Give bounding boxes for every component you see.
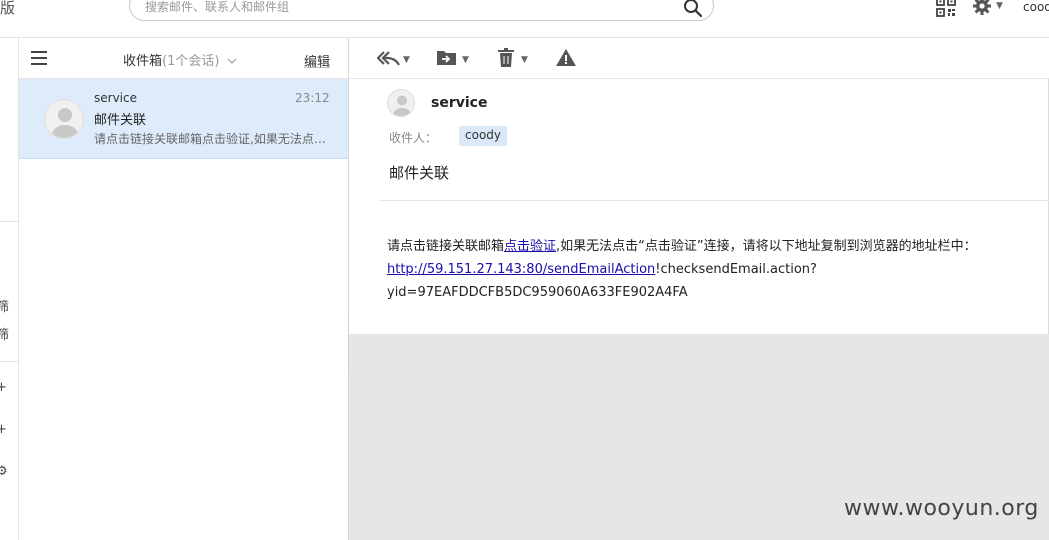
user-avatar-icon [44,99,84,139]
folder-name: 收件箱 [123,54,163,69]
body-text: yid=97EAFDDCFB5DC959060A633FE902A4FA [387,285,688,300]
message-preview: 请点击链接关联邮箱点击验证,如果无法点击"点击验证"连接，请将以下地址复制到浏览… [94,132,334,146]
nav-add-1[interactable]: + [0,380,7,395]
reading-pane: ▼ ▼ ▼ service 收件人： coody 邮件关联 请点击链接关联邮箱点… [349,38,1049,540]
search-box[interactable] [129,0,714,21]
report-spam-button[interactable] [555,47,577,69]
message-list-pane: 收件箱(1个会话) 编辑 service 23:12 邮件关联 请点击链接关联邮… [19,38,349,540]
nav-divider [0,361,18,362]
left-nav: 筛 筛 + + ⚙ [0,38,19,540]
recipient-chip[interactable]: coody [459,126,507,146]
search-input[interactable] [145,0,665,14]
settings-menu[interactable]: ▼ [972,0,1006,18]
user-avatar-icon [387,89,415,117]
verify-url-link[interactable]: http://59.151.27.143:80/sendEmailAction [387,262,655,277]
body-text: ,如果无法点击“点击验证”连接，请将以下地址复制到浏览器的地址栏中： [556,239,977,254]
nav-item-filter-2[interactable]: 筛 [0,324,9,343]
nav-settings[interactable]: ⚙ [0,464,8,479]
message-sender: service [94,91,137,105]
move-to-folder-icon [437,51,456,65]
warning-icon [556,49,576,66]
reader-toolbar: ▼ ▼ ▼ [349,38,1049,79]
chevron-down-icon: ▼ [403,55,410,65]
nav-divider [0,221,18,222]
header-divider [379,200,1049,201]
message-time: 23:12 [295,91,330,105]
top-bar: 版 搜索邮件、联系人和邮件组 ▼ cood [0,0,1049,38]
sender-name[interactable]: service [431,95,487,111]
gear-icon[interactable] [972,0,992,16]
qr-code-icon[interactable] [936,0,956,17]
search-icon[interactable] [683,0,703,18]
verify-link[interactable]: 点击验证 [504,239,556,254]
body-text: 请点击链接关联邮箱 [387,239,505,254]
delete-button[interactable]: ▼ [497,47,533,69]
mail-body: 请点击链接关联邮箱点击验证,如果无法点击“点击验证”连接，请将以下地址复制到浏览… [387,235,1017,304]
message-subject: 邮件关联 [94,113,147,128]
recipient-label: 收件人： [389,131,438,145]
menu-icon[interactable] [31,51,47,65]
mail-app: 版 搜索邮件、联系人和邮件组 ▼ cood 收件箱(1个会话) 编辑 servi… [0,0,1049,540]
trash-icon [498,48,514,67]
body-text: !checksendEmail.action? [655,262,817,277]
mail-subject: 邮件关联 [389,164,450,182]
move-button[interactable]: ▼ [436,47,472,69]
brand-fragment: 版 [0,0,16,17]
folder-count: (1个会话) [162,54,220,69]
chevron-down-icon: ▼ [996,1,1003,11]
nav-add-2[interactable]: + [0,422,7,437]
chevron-down-icon: ▼ [462,55,469,65]
nav-item-filter-1[interactable]: 筛 [0,296,9,315]
list-header: 收件箱(1个会话) 编辑 [19,38,349,79]
reply-all-button[interactable]: ▼ [376,47,413,69]
chevron-down-icon: ▼ [521,55,528,65]
message-list-item[interactable]: service 23:12 邮件关联 请点击链接关联邮箱点击验证,如果无法点击"… [19,79,348,159]
reply-all-icon [376,51,400,66]
watermark: www.wooyun.org [844,496,1039,521]
edit-button[interactable]: 编辑 [304,51,330,70]
folder-title[interactable]: 收件箱(1个会话) [123,50,237,69]
chevron-down-icon [227,58,237,64]
user-name[interactable]: cood [1023,0,1049,14]
